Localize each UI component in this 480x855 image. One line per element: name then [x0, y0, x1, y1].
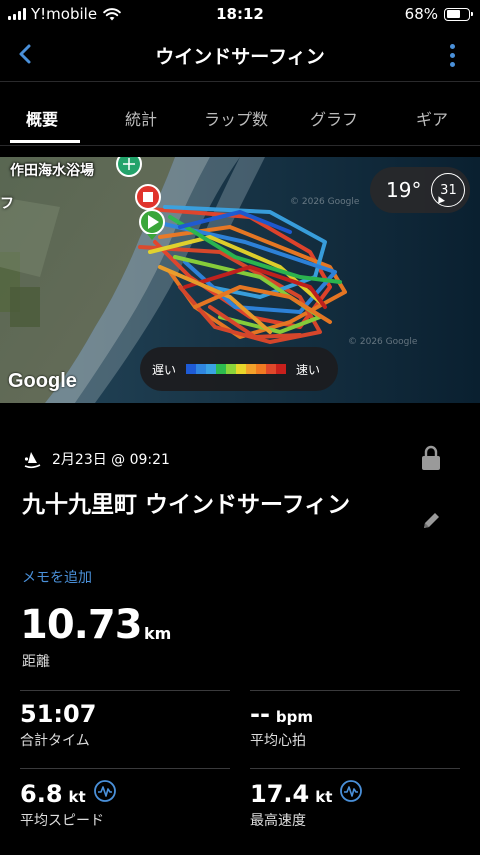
speed-legend: 遅い 速い — [140, 347, 338, 391]
legend-color-swatch — [206, 364, 217, 374]
stat-value: 17.4 — [250, 780, 310, 808]
more-vertical-icon[interactable] — [444, 40, 460, 70]
stat-avg-heart-rate: -- bpm 平均心拍 — [250, 700, 313, 750]
navigation-bar: ウインドサーフィン — [0, 30, 480, 82]
divider — [20, 690, 230, 691]
speed-color-scale — [186, 364, 287, 374]
activity-title: 九十九里町 ウインドサーフィン — [22, 492, 351, 518]
divider — [250, 768, 460, 769]
stat-unit: bpm — [275, 708, 314, 726]
active-tab-indicator — [10, 140, 80, 143]
speed-chart-icon[interactable] — [340, 780, 363, 802]
tab-gear[interactable]: ギア — [416, 106, 448, 130]
windsurfing-icon — [24, 452, 41, 469]
add-memo-link[interactable]: メモを追加 — [22, 567, 92, 587]
stat-value: -- — [250, 700, 270, 728]
wind-direction-icon — [435, 196, 446, 206]
distance-label: 距離 — [22, 654, 50, 670]
map-partial-label: フ — [0, 196, 14, 212]
tab-graph[interactable]: グラフ — [310, 106, 358, 130]
legend-color-swatch — [266, 364, 277, 374]
tab-stats[interactable]: 統計 — [125, 106, 157, 130]
stat-max-speed: 17.4 kt 最高速度 — [250, 780, 363, 830]
legend-color-swatch — [256, 364, 267, 374]
wind-indicator: 31 — [431, 173, 466, 207]
battery-percent: 68% — [404, 5, 438, 23]
stat-label: 平均心拍 — [250, 733, 306, 749]
stat-avg-speed: 6.8 kt 平均スピード — [20, 780, 116, 830]
distance-value: 10.73 — [20, 602, 143, 648]
route-map[interactable]: 作田海水浴場 フ © 2026 Google © 2026 Google 19°… — [0, 157, 480, 403]
status-bar: Y!mobile 18:12 68% — [0, 0, 480, 30]
legend-color-swatch — [216, 364, 227, 374]
map-copyright: © 2026 Google — [348, 337, 418, 347]
stat-unit: kt — [315, 788, 333, 806]
speed-chart-icon[interactable] — [93, 780, 116, 802]
tab-overview[interactable]: 概要 — [26, 106, 58, 130]
weather-chip[interactable]: 19° 31 — [370, 167, 470, 213]
map-place-label: 作田海水浴場 — [10, 163, 94, 179]
page-title: ウインドサーフィン — [155, 46, 325, 68]
google-logo: Google — [8, 370, 77, 392]
lock-icon[interactable] — [420, 445, 442, 471]
divider — [250, 690, 460, 691]
edit-pencil-icon[interactable] — [420, 510, 442, 532]
legend-color-swatch — [236, 364, 247, 374]
stat-label: 合計タイム — [20, 733, 90, 749]
distance-unit: km — [144, 624, 172, 643]
stat-value: 6.8 — [20, 780, 63, 808]
stat-total-time: 51:07 合計タイム — [20, 700, 96, 750]
stat-label: 最高速度 — [250, 813, 306, 829]
stat-value: 51:07 — [20, 700, 97, 728]
legend-color-swatch — [246, 364, 257, 374]
legend-color-swatch — [196, 364, 207, 374]
temperature: 19° — [386, 178, 422, 202]
map-copyright: © 2026 Google — [290, 197, 360, 207]
stat-label: 平均スピード — [20, 813, 104, 829]
legend-fast-label: 速い — [296, 362, 321, 377]
stat-unit: kt — [68, 788, 86, 806]
tab-bar: 概要 統計 ラップ数 グラフ ギア — [0, 84, 480, 146]
battery-info: 68% — [404, 5, 473, 23]
legend-color-swatch — [186, 364, 197, 374]
legend-color-swatch — [226, 364, 237, 374]
tab-laps[interactable]: ラップ数 — [204, 106, 268, 130]
legend-slow-label: 遅い — [152, 362, 177, 377]
legend-color-swatch — [276, 364, 287, 374]
activity-date: 2月23日 @ 09:21 — [52, 452, 170, 468]
battery-icon — [444, 7, 473, 21]
activity-header: 2月23日 @ 09:21 — [22, 445, 458, 472]
divider — [20, 768, 230, 769]
wind-speed: 31 — [440, 182, 457, 198]
